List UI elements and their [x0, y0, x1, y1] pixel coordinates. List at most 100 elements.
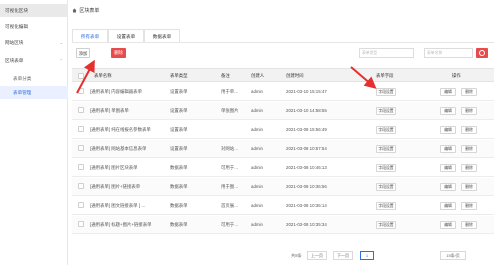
cell-creator: admin	[251, 165, 263, 170]
cell-create-time: 2021-03-10 15:15:47	[286, 89, 327, 94]
table-row: [通用表单] 网站基本信息表单 设置表单 对网站… admin 2021-03-08 1…	[72, 140, 494, 158]
row-checkbox[interactable]	[78, 107, 84, 113]
sidebar-item-block-forms[interactable]: 区块表单 ⌃	[0, 54, 68, 67]
header-form-type: 表单类型	[170, 73, 188, 78]
sidebar: 可视化区块 可视化编辑 网站区块 ⌄ 区块表单 ⌃ 表单分类 表单管理	[0, 0, 68, 265]
edit-button[interactable]: 编辑	[440, 164, 456, 172]
add-button[interactable]: 添加	[76, 48, 90, 58]
row-checkbox[interactable]	[78, 183, 84, 189]
cell-form-name: [通用表单] 标题+图片+链接表单	[90, 222, 152, 227]
sidebar-item-label: 网站区块	[5, 40, 24, 45]
cell-create-time: 2021-03-08 10:36:56	[286, 184, 327, 189]
edit-button[interactable]: 编辑	[440, 145, 456, 153]
field-settings-button[interactable]: 字段设置	[376, 221, 396, 229]
field-settings-button[interactable]: 字段设置	[376, 202, 396, 210]
cell-create-time: 2021-03-08 10:57:54	[286, 146, 327, 151]
row-checkbox[interactable]	[78, 221, 84, 227]
cell-form-type: 数据表单	[170, 222, 188, 227]
row-checkbox[interactable]	[78, 126, 84, 132]
select-all-checkbox[interactable]	[78, 73, 84, 79]
cell-form-type: 数据表单	[170, 184, 188, 189]
edit-button[interactable]: 编辑	[440, 126, 456, 134]
pager-prev-button[interactable]: 上一页	[307, 251, 327, 260]
page-size-select[interactable]: 15条/页	[440, 251, 466, 260]
cell-note: 用于单…	[221, 89, 239, 94]
edit-button[interactable]: 编辑	[440, 88, 456, 96]
sidebar-item-visual-edit[interactable]: 可视化编辑	[0, 20, 68, 33]
cell-create-time: 2021-03-08 10:35:34	[286, 222, 327, 227]
field-settings-button[interactable]: 字段设置	[376, 88, 396, 96]
field-settings-button[interactable]: 字段设置	[376, 145, 396, 153]
breadcrumb-label: 区块表单	[79, 8, 100, 14]
edit-button[interactable]: 编辑	[440, 202, 456, 210]
field-settings-button[interactable]: 字段设置	[376, 164, 396, 172]
tab-setting-forms[interactable]: 设置表单	[108, 29, 144, 42]
tab-label: 数据表单	[152, 34, 172, 39]
tab-data-forms[interactable]: 数据表单	[144, 29, 180, 42]
row-delete-button[interactable]: 删除	[461, 183, 477, 191]
cell-form-name: [通用表单] 纯在线报名参数表单	[90, 127, 151, 132]
cell-creator: admin	[251, 146, 263, 151]
tab-divider	[72, 42, 494, 43]
cell-form-name: [通用表单] 图片+链接表单	[90, 184, 141, 189]
tab-label: 设置表单	[116, 34, 136, 39]
field-settings-button[interactable]: 字段设置	[376, 183, 396, 191]
form-name-input[interactable]: 表单名称	[424, 48, 473, 58]
cell-form-type: 数据表单	[170, 203, 188, 208]
cell-create-time: 2021-03-08 10:46:13	[286, 165, 327, 170]
header-note: 备注	[221, 73, 230, 78]
row-delete-button[interactable]: 删除	[461, 107, 477, 115]
cell-creator: admin	[251, 222, 263, 227]
tab-label: 所有表单	[80, 34, 100, 39]
cell-form-type: 设置表单	[170, 89, 188, 94]
delete-button[interactable]: 删除	[111, 48, 126, 58]
row-checkbox[interactable]	[78, 145, 84, 151]
header-form-name: 表单名称	[94, 73, 112, 78]
row-delete-button[interactable]: 删除	[461, 164, 477, 172]
cell-form-name: [通用表单] 内容编辑器表单	[90, 89, 142, 94]
cell-note: 首页展…	[221, 203, 239, 208]
edit-button[interactable]: 编辑	[440, 107, 456, 115]
tab-all-forms[interactable]: 所有表单	[72, 29, 108, 42]
pager-next-button[interactable]: 下一页	[333, 251, 353, 260]
cell-create-time: 2021-03-08 15:56:49	[286, 127, 327, 132]
row-checkbox[interactable]	[78, 202, 84, 208]
row-delete-button[interactable]: 删除	[461, 126, 477, 134]
sidebar-item-form-category[interactable]: 表单分类	[0, 72, 68, 85]
sidebar-item-visual-blocks[interactable]: 可视化区块	[0, 4, 68, 17]
field-settings-button[interactable]: 字段设置	[376, 126, 396, 134]
breadcrumb: 区块表单	[72, 7, 99, 14]
row-checkbox[interactable]	[78, 164, 84, 170]
row-delete-button[interactable]: 删除	[461, 221, 477, 229]
cell-note: 可用于…	[221, 165, 239, 170]
cell-creator: admin	[251, 184, 263, 189]
row-delete-button[interactable]: 删除	[461, 88, 477, 96]
pager-total: 共8条	[291, 253, 302, 258]
table-row: [通用表单] 图片+链接表单 数据表单 用于图… admin 2021-03-08 10…	[72, 178, 494, 196]
cell-form-name: [通用表单] 图片区块表单	[90, 165, 138, 170]
cell-form-name: [通用表单] 网站基本信息表单	[90, 146, 147, 151]
cell-note: 对网站…	[221, 146, 239, 151]
cell-form-name: [通用表单] 单图表单	[90, 108, 129, 113]
search-button[interactable]	[476, 48, 488, 58]
sidebar-item-label: 可视化区块	[5, 8, 28, 13]
table-row: [通用表单] 标题+图片+链接表单 数据表单 可用于… admin 2021-03-08…	[72, 216, 494, 234]
edit-button[interactable]: 编辑	[440, 221, 456, 229]
header-create-time: 创建时间	[286, 73, 304, 78]
cell-creator: admin	[251, 108, 263, 113]
sidebar-item-site-blocks[interactable]: 网站区块 ⌄	[0, 36, 68, 49]
table-row: [通用表单] 纯在线报名参数表单 设置表单 admin 2021-03-08 15:5…	[72, 121, 494, 139]
field-settings-button[interactable]: 字段设置	[376, 107, 396, 115]
table-row: [通用表单] 单图表单 设置表单 单张图片 admin 2021-03-10 14:58…	[72, 102, 494, 120]
sidebar-item-form-manage[interactable]: 表单管理	[0, 86, 68, 99]
sidebar-item-label: 表单分类	[13, 76, 32, 81]
row-delete-button[interactable]: 删除	[461, 145, 477, 153]
row-delete-button[interactable]: 删除	[461, 202, 477, 210]
cell-note: 单张图片	[221, 108, 239, 113]
cell-form-type: 设置表单	[170, 146, 188, 151]
row-checkbox[interactable]	[78, 88, 84, 94]
form-type-select[interactable]: 表单类型	[359, 48, 414, 58]
edit-button[interactable]: 编辑	[440, 183, 456, 191]
pager-page-input[interactable]: 1	[360, 251, 374, 260]
cell-form-name: [通用表单] 图文链接表单 [ …	[90, 203, 146, 208]
